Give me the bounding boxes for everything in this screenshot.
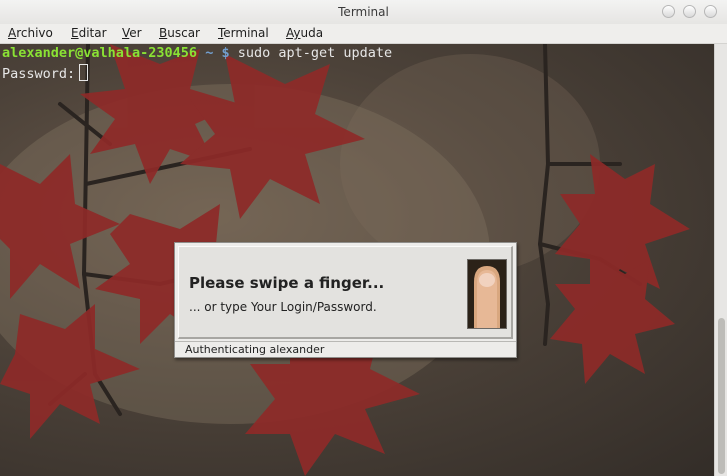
maximize-button[interactable] xyxy=(683,5,696,18)
menu-editar[interactable]: Editar xyxy=(71,26,107,40)
finger-icon xyxy=(468,260,506,328)
menu-archivo[interactable]: Archivo xyxy=(8,26,53,40)
auth-dialog: Please swipe a finger... ... or type You… xyxy=(174,242,517,358)
terminal-password-line: Password: xyxy=(2,64,89,82)
auth-dialog-body: Please swipe a finger... ... or type You… xyxy=(178,246,513,339)
menu-bar: Archivo Editar Ver Buscar Terminal Ayuda xyxy=(0,24,727,44)
menu-buscar[interactable]: Buscar xyxy=(159,26,200,40)
terminal-command-line: alexander@valhala-230456 ~ $ sudo apt-ge… xyxy=(2,45,393,61)
text-cursor xyxy=(79,64,89,81)
dialog-status-bar: Authenticating alexander xyxy=(175,341,516,357)
menu-ayuda[interactable]: Ayuda xyxy=(286,26,323,40)
minimize-button[interactable] xyxy=(662,5,675,18)
window-titlebar[interactable]: Terminal xyxy=(0,0,727,24)
vertical-scrollbar[interactable] xyxy=(714,44,727,476)
menu-ver[interactable]: Ver xyxy=(122,26,142,40)
scrollbar-thumb[interactable] xyxy=(718,318,725,474)
status-text: Authenticating alexander xyxy=(185,343,325,356)
window-title: Terminal xyxy=(338,5,389,19)
dialog-title: Please swipe a finger... xyxy=(189,274,385,292)
dialog-subtitle: ... or type Your Login/Password. xyxy=(189,300,377,314)
menu-terminal[interactable]: Terminal xyxy=(218,26,269,40)
fingerprint-image xyxy=(467,259,507,329)
close-button[interactable] xyxy=(704,5,717,18)
